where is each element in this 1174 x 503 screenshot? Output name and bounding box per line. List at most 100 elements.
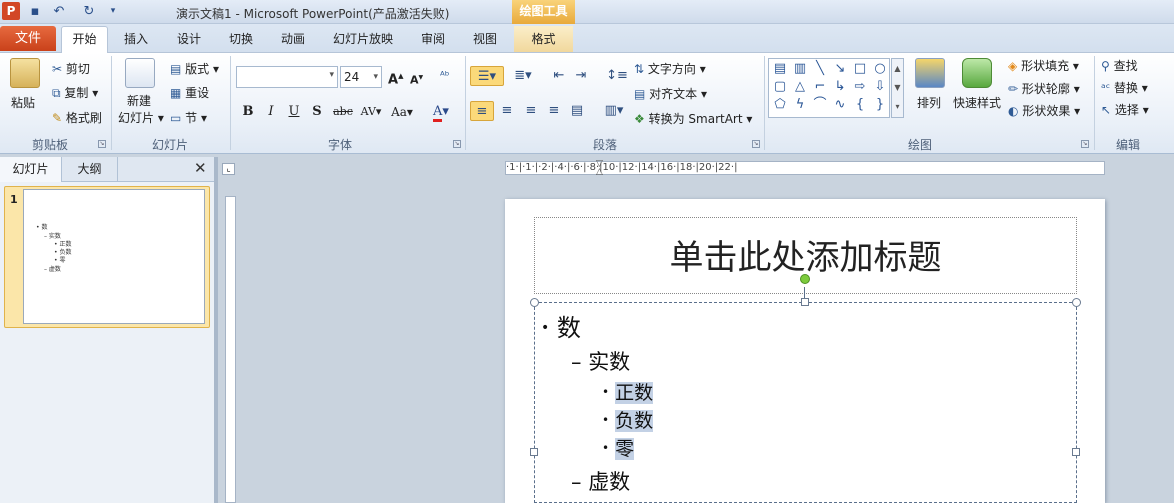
tab-slides[interactable]: 幻灯片 xyxy=(0,157,62,182)
clipboard-launcher-icon[interactable]: ↘ xyxy=(98,140,106,148)
tab-view[interactable]: 视图 xyxy=(465,26,505,52)
cut-button[interactable]: ✂ 剪切 xyxy=(52,61,90,77)
select-button[interactable]: ↖ 选择 ▾ xyxy=(1101,102,1149,118)
redo-icon[interactable]: ↻ xyxy=(80,3,98,20)
tab-transitions[interactable]: 切换 xyxy=(221,26,261,52)
text-direction-button[interactable]: ⇅ 文字方向 ▾ xyxy=(634,61,706,77)
shapes-gallery[interactable]: ▤ ▥ ╲ ↘ □ ○ ▢ △ ⌐ ↳ ⇨ ⇩ ⬠ ϟ ⌒ ∿ { } xyxy=(768,58,890,118)
quick-styles-button[interactable]: 快速样式 xyxy=(953,95,1001,111)
shadow-icon[interactable]: S xyxy=(307,103,327,121)
right-brace-icon[interactable]: } xyxy=(870,96,890,114)
save-icon[interactable]: ▪ xyxy=(26,3,44,20)
arrange-icon[interactable] xyxy=(915,58,945,88)
format-painter-button[interactable]: ✎ 格式刷 xyxy=(52,110,102,126)
tab-home[interactable]: 开始 xyxy=(61,26,108,53)
paste-icon[interactable] xyxy=(10,58,40,88)
tab-file[interactable]: 文件 xyxy=(0,26,56,51)
copy-button[interactable]: ⧉ 复制 ▾ xyxy=(52,85,98,101)
resize-handle[interactable] xyxy=(530,448,538,456)
underline-icon[interactable]: U xyxy=(284,103,304,121)
tab-animations[interactable]: 动画 xyxy=(273,26,313,52)
new-slide-label[interactable]: 新建 xyxy=(127,93,151,109)
paragraph-launcher-icon[interactable]: ↘ xyxy=(752,140,760,148)
bullet-level2[interactable]: – 实数 xyxy=(571,346,630,376)
tab-design[interactable]: 设计 xyxy=(169,26,209,52)
smartart-button[interactable]: ❖ 转换为 SmartArt ▾ xyxy=(634,111,752,127)
resize-handle[interactable] xyxy=(1072,448,1080,456)
change-case-icon[interactable]: Aa▾ xyxy=(389,103,415,121)
resize-handle[interactable] xyxy=(530,298,539,307)
shape-outline-button[interactable]: ✏ 形状轮廓 ▾ xyxy=(1008,81,1080,97)
elbow-connector-icon[interactable]: ⌐ xyxy=(810,78,830,96)
arrange-button[interactable]: 排列 xyxy=(917,95,941,111)
elbow-arrow-icon[interactable]: ↳ xyxy=(830,78,850,96)
tab-insert[interactable]: 插入 xyxy=(116,26,156,52)
bullet-level3[interactable]: • 负数 xyxy=(602,406,654,433)
paste-button[interactable]: 粘贴 xyxy=(11,95,35,111)
lightning-icon[interactable]: ϟ xyxy=(790,96,810,114)
line-spacing-icon[interactable]: ↕≡ xyxy=(603,66,631,86)
bullet-level2[interactable]: – 虚数 xyxy=(571,466,630,496)
oval-icon[interactable]: ○ xyxy=(870,60,890,78)
tab-outline[interactable]: 大纲 xyxy=(62,157,118,182)
arc-icon[interactable]: ⌒ xyxy=(810,96,830,114)
rectangle-icon[interactable]: □ xyxy=(850,60,870,78)
flowchart-icon[interactable]: ⬠ xyxy=(770,96,790,114)
textbox-icon[interactable]: ▤ xyxy=(770,60,790,78)
align-center-icon[interactable]: ≡ xyxy=(496,101,518,121)
undo-icon[interactable]: ↶ xyxy=(50,3,68,20)
resize-handle[interactable] xyxy=(801,298,809,306)
right-arrow-icon[interactable]: ⇨ xyxy=(850,78,870,96)
slide-thumbnail[interactable]: • 数 – 实数 • 正数 • 负数 • 零 – 虚数 xyxy=(23,189,205,324)
italic-icon[interactable]: I xyxy=(261,103,281,121)
font-size-combobox[interactable]: 24 ▾ xyxy=(340,66,382,88)
reset-button[interactable]: ▦ 重设 xyxy=(170,85,209,101)
shape-effects-button[interactable]: ◐ 形状效果 ▾ xyxy=(1008,103,1080,119)
replace-button[interactable]: ᵃᶜ 替换 ▾ xyxy=(1101,80,1148,96)
tab-format[interactable]: 格式 xyxy=(514,26,573,52)
clear-formatting-icon[interactable]: ᴬᵇ xyxy=(440,68,449,84)
powerpoint-logo-icon[interactable]: P xyxy=(2,2,20,20)
resize-handle[interactable] xyxy=(1072,298,1081,307)
rounded-rectangle-icon[interactable]: ▢ xyxy=(770,78,790,96)
grow-font-icon[interactable]: A▲ xyxy=(388,68,403,88)
horizontal-ruler[interactable]: ·1·|·1·|·2·|·4·|·6·|·8·|10·|12·|14·|16·|… xyxy=(505,161,1105,175)
curve-icon[interactable]: ∿ xyxy=(830,96,850,114)
bold-icon[interactable]: B xyxy=(238,103,258,121)
bullets-button[interactable]: ☰▾ xyxy=(470,66,504,86)
character-spacing-icon[interactable]: AV▾ xyxy=(358,103,384,121)
font-color-icon[interactable]: A▾ xyxy=(427,103,455,122)
down-arrow-icon[interactable]: ⇩ xyxy=(870,78,890,96)
font-launcher-icon[interactable]: ↘ xyxy=(453,140,461,148)
tab-review[interactable]: 审阅 xyxy=(413,26,453,52)
indent-marker-icon[interactable]: ▽ △ xyxy=(596,160,603,177)
section-button[interactable]: ▭ 节 ▾ xyxy=(170,110,207,126)
layout-button[interactable]: ▤ 版式 ▾ xyxy=(170,61,219,77)
shrink-font-icon[interactable]: A▼ xyxy=(410,70,423,89)
new-slide-icon[interactable] xyxy=(125,58,155,88)
rotation-handle-icon[interactable] xyxy=(800,274,810,284)
line-icon[interactable]: ╲ xyxy=(810,60,830,78)
shape-fill-button[interactable]: ◈ 形状填充 ▾ xyxy=(1008,58,1079,74)
tab-selector-icon[interactable]: ⌞ xyxy=(222,163,235,175)
customize-qat-icon[interactable]: ▾ xyxy=(104,3,122,20)
align-text-button[interactable]: ▤ 对齐文本 ▾ xyxy=(634,86,707,102)
font-name-combobox[interactable]: ▾ xyxy=(236,66,338,88)
align-right-icon[interactable]: ≡ xyxy=(520,101,542,121)
vertical-textbox-icon[interactable]: ▥ xyxy=(790,60,810,78)
quick-styles-icon[interactable] xyxy=(962,58,992,88)
tab-slideshow[interactable]: 幻灯片放映 xyxy=(326,26,400,52)
columns-icon[interactable]: ▥▾ xyxy=(600,101,628,121)
left-brace-icon[interactable]: { xyxy=(850,96,870,114)
arrow-line-icon[interactable]: ↘ xyxy=(830,60,850,78)
decrease-indent-icon[interactable]: ⇤ xyxy=(548,66,570,86)
close-pane-icon[interactable]: ✕ xyxy=(194,159,207,177)
distribute-icon[interactable]: ▤ xyxy=(566,101,588,121)
bullet-level3[interactable]: • 零 xyxy=(602,434,635,461)
vertical-ruler[interactable] xyxy=(225,196,236,503)
bullet-level1[interactable]: • 数 xyxy=(541,308,581,343)
find-button[interactable]: ⚲ 查找 xyxy=(1101,58,1138,74)
drawing-launcher-icon[interactable]: ↘ xyxy=(1081,140,1089,148)
gallery-scroll[interactable]: ▲ ▼ ▾ xyxy=(891,58,904,118)
increase-indent-icon[interactable]: ⇥ xyxy=(570,66,592,86)
